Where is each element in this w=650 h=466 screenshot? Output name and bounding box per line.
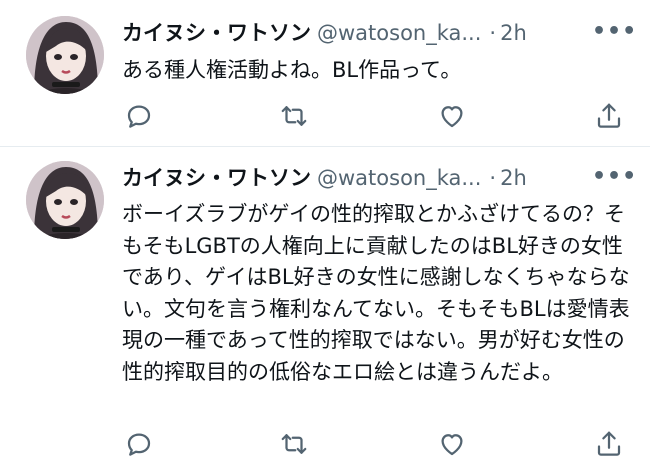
heart-icon[interactable] xyxy=(437,101,467,131)
tweet[interactable]: カイヌシ・ワトソン @watoson_ka... · 2h ••• ある種人権活動よね… xyxy=(0,0,650,142)
tweet[interactable]: カイヌシ・ワトソン @watoson_ka... · 2h ••• ボーイズラブがゲイ… xyxy=(0,147,650,466)
reply-icon[interactable] xyxy=(124,101,154,131)
reply-icon[interactable] xyxy=(124,429,154,459)
avatar[interactable] xyxy=(26,161,104,239)
tweet-text: ある種人権活動よね。BL作品って。 xyxy=(122,58,462,82)
display-name[interactable]: カイヌシ・ワトソン xyxy=(122,21,311,45)
retweet-icon[interactable] xyxy=(279,429,309,459)
tweet-header: カイヌシ・ワトソン @watoson_ka... · 2h xyxy=(122,163,527,193)
heart-icon[interactable] xyxy=(437,429,467,459)
share-icon[interactable] xyxy=(594,101,624,131)
separator-dot: · xyxy=(489,166,497,190)
tweet-text: ボーイズラブがゲイの性的搾取とかふざけてるの？そもそもLGBTの人権向上に貢献し… xyxy=(122,202,630,384)
retweet-icon[interactable] xyxy=(279,101,309,131)
user-handle[interactable]: @watoson_ka... xyxy=(317,166,481,190)
avatar-image xyxy=(26,16,104,94)
timestamp[interactable]: 2h xyxy=(500,166,527,190)
avatar-image xyxy=(26,161,104,239)
user-handle[interactable]: @watoson_ka... xyxy=(317,21,481,45)
more-options-icon[interactable]: ••• xyxy=(592,166,636,188)
display-name[interactable]: カイヌシ・ワトソン xyxy=(122,166,311,190)
avatar[interactable] xyxy=(26,16,104,94)
separator-dot: · xyxy=(489,21,497,45)
timestamp[interactable]: 2h xyxy=(500,21,527,45)
more-options-icon[interactable]: ••• xyxy=(592,21,636,43)
share-icon[interactable] xyxy=(594,429,624,459)
tweet-header: カイヌシ・ワトソン @watoson_ka... · 2h xyxy=(122,18,527,48)
